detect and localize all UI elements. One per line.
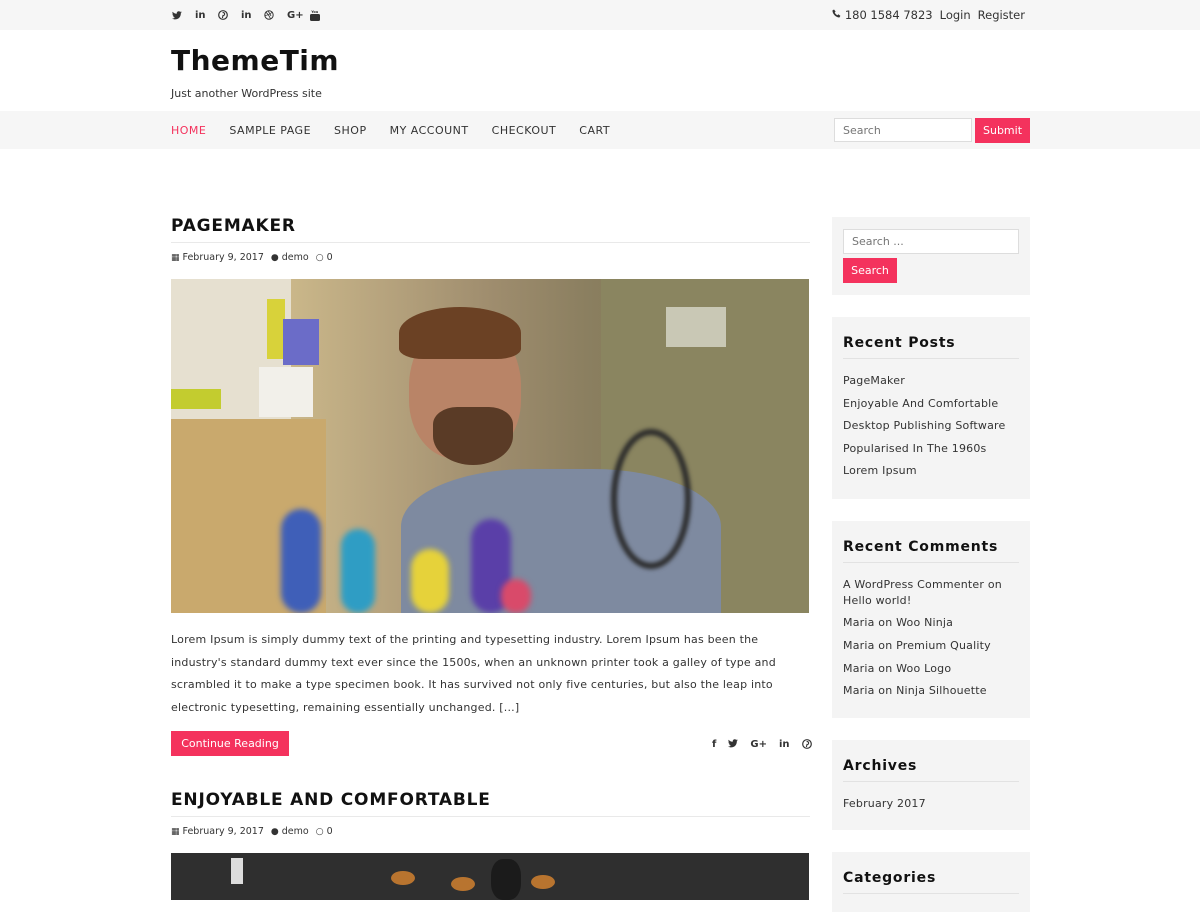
calendar-icon: ▦ xyxy=(171,826,180,837)
linkedin-icon[interactable]: in xyxy=(195,8,218,22)
recent-posts-widget: Recent Posts PageMaker Enjoyable And Com… xyxy=(832,317,1030,499)
site-tagline: Just another WordPress site xyxy=(171,87,322,100)
site-title[interactable]: ThemeTim xyxy=(171,44,339,77)
recent-posts-list: PageMaker Enjoyable And Comfortable Desk… xyxy=(843,370,1023,483)
archives-list: February 2017 xyxy=(843,793,1023,816)
nav-menu: HOME SAMPLE PAGE SHOP MY ACCOUNT CHECKOU… xyxy=(171,124,633,137)
comment-on: on xyxy=(878,684,893,698)
svg-text:You: You xyxy=(310,10,319,14)
recent-post-link[interactable]: PageMaker xyxy=(843,370,1023,393)
nav-item-checkout[interactable]: CHECKOUT xyxy=(492,124,557,137)
comment-post-link[interactable]: Woo Ninja xyxy=(896,616,953,629)
register-link[interactable]: Register xyxy=(978,8,1025,22)
nav-submit-button[interactable]: Submit xyxy=(975,118,1030,143)
comment-on: on xyxy=(878,638,893,652)
archives-widget: Archives February 2017 xyxy=(832,740,1030,830)
google-plus-icon[interactable]: G+ xyxy=(287,8,310,22)
comment-item: A WordPress Commenter on Hello world! xyxy=(843,577,1023,608)
phone-number: 180 1584 7823 xyxy=(844,8,933,22)
widget-title: Recent Posts xyxy=(843,335,956,351)
post-featured-image[interactable] xyxy=(171,279,809,613)
continue-reading-button[interactable]: Continue Reading xyxy=(171,731,289,756)
comment-author: Maria xyxy=(843,616,875,630)
comment-icon: ○ xyxy=(315,252,324,263)
post-featured-image[interactable] xyxy=(171,853,809,900)
comment-on: on xyxy=(878,616,893,630)
archive-link[interactable]: February 2017 xyxy=(843,793,1023,816)
post-date[interactable]: February 9, 2017 xyxy=(183,826,264,837)
comment-item: Maria on Premium Quality xyxy=(843,638,1023,654)
recent-comments-list: A WordPress Commenter on Hello world! Ma… xyxy=(843,577,1023,706)
recent-post-link[interactable]: Desktop Publishing Software xyxy=(843,415,1023,438)
title-divider xyxy=(171,816,810,817)
pinterest-icon[interactable] xyxy=(801,739,812,752)
comment-post-link[interactable]: Premium Quality xyxy=(896,639,991,652)
nav-item-shop[interactable]: SHOP xyxy=(334,124,367,137)
widget-divider xyxy=(843,781,1019,782)
comment-author: Maria xyxy=(843,661,875,675)
widget-divider xyxy=(843,562,1019,563)
pinterest-icon[interactable] xyxy=(218,8,241,22)
sidebar-search-input[interactable] xyxy=(843,229,1019,254)
post-author[interactable]: demo xyxy=(282,252,309,263)
widget-title: Categories xyxy=(843,870,937,886)
comment-on: on xyxy=(878,661,893,675)
top-bar: in in G+ You 180 1584 7823 Login Registe… xyxy=(0,0,1200,30)
main-navigation: HOME SAMPLE PAGE SHOP MY ACCOUNT CHECKOU… xyxy=(0,111,1200,149)
search-widget: Search xyxy=(832,217,1030,295)
comment-icon: ○ xyxy=(315,826,324,837)
comment-item: Maria on Woo Logo xyxy=(843,661,1023,677)
youtube-icon[interactable]: You xyxy=(310,8,333,22)
recent-comments-widget: Recent Comments A WordPress Commenter on… xyxy=(832,521,1030,718)
nav-item-home[interactable]: HOME xyxy=(171,124,206,137)
twitter-icon[interactable] xyxy=(172,8,195,22)
post-meta: ▦ February 9, 2017 ● demo ○ 0 xyxy=(171,252,337,263)
login-link[interactable]: Login xyxy=(940,8,971,22)
share-icons: f G+ in xyxy=(712,739,812,752)
linkedin-icon[interactable]: in xyxy=(241,8,264,22)
facebook-icon[interactable]: f xyxy=(712,739,716,752)
recent-post-link[interactable]: Lorem Ipsum xyxy=(843,460,1023,483)
nav-item-cart[interactable]: CART xyxy=(579,124,610,137)
comment-item: Maria on Ninja Silhouette xyxy=(843,683,1023,699)
post-meta: ▦ February 9, 2017 ● demo ○ 0 xyxy=(171,826,337,837)
nav-item-sample-page[interactable]: SAMPLE PAGE xyxy=(229,124,311,137)
post-author[interactable]: demo xyxy=(282,826,309,837)
sidebar-search-button[interactable]: Search xyxy=(843,258,897,283)
top-right-links: 180 1584 7823 Login Register xyxy=(832,8,1025,22)
categories-widget: Categories xyxy=(832,852,1030,912)
comment-author: Maria xyxy=(843,684,875,698)
user-icon: ● xyxy=(270,826,279,837)
twitter-icon[interactable] xyxy=(728,739,739,752)
comment-post-link[interactable]: Woo Logo xyxy=(896,662,951,675)
widget-divider xyxy=(843,893,1019,894)
social-links: in in G+ You xyxy=(172,8,333,22)
calendar-icon: ▦ xyxy=(171,252,180,263)
phone-icon xyxy=(832,9,841,21)
title-divider xyxy=(171,242,810,243)
comment-post-link[interactable]: Hello world! xyxy=(843,594,911,607)
comment-author: Maria xyxy=(843,638,875,652)
comment-item: Maria on Woo Ninja xyxy=(843,615,1023,631)
widget-title: Archives xyxy=(843,758,918,774)
post-excerpt: Lorem Ipsum is simply dummy text of the … xyxy=(171,633,776,714)
post-title[interactable]: PAGEMAKER xyxy=(171,216,296,236)
linkedin-icon[interactable]: in xyxy=(779,739,790,752)
dribbble-icon[interactable] xyxy=(264,8,287,22)
user-icon: ● xyxy=(270,252,279,263)
comment-on: on xyxy=(987,578,1002,591)
comment-post-link[interactable]: Ninja Silhouette xyxy=(896,684,987,697)
nav-search-input[interactable] xyxy=(834,118,972,142)
widget-title: Recent Comments xyxy=(843,539,999,555)
nav-item-my-account[interactable]: MY ACCOUNT xyxy=(390,124,469,137)
post-date[interactable]: February 9, 2017 xyxy=(183,252,264,263)
recent-post-link[interactable]: Enjoyable And Comfortable xyxy=(843,393,1023,416)
google-plus-icon[interactable]: G+ xyxy=(750,739,767,752)
widget-divider xyxy=(843,358,1019,359)
recent-post-link[interactable]: Popularised In The 1960s xyxy=(843,438,1023,461)
post-title[interactable]: ENJOYABLE AND COMFORTABLE xyxy=(171,790,491,810)
comment-author[interactable]: A WordPress Commenter xyxy=(843,578,984,591)
post-comments[interactable]: 0 xyxy=(327,826,333,837)
post-comments[interactable]: 0 xyxy=(327,252,333,263)
